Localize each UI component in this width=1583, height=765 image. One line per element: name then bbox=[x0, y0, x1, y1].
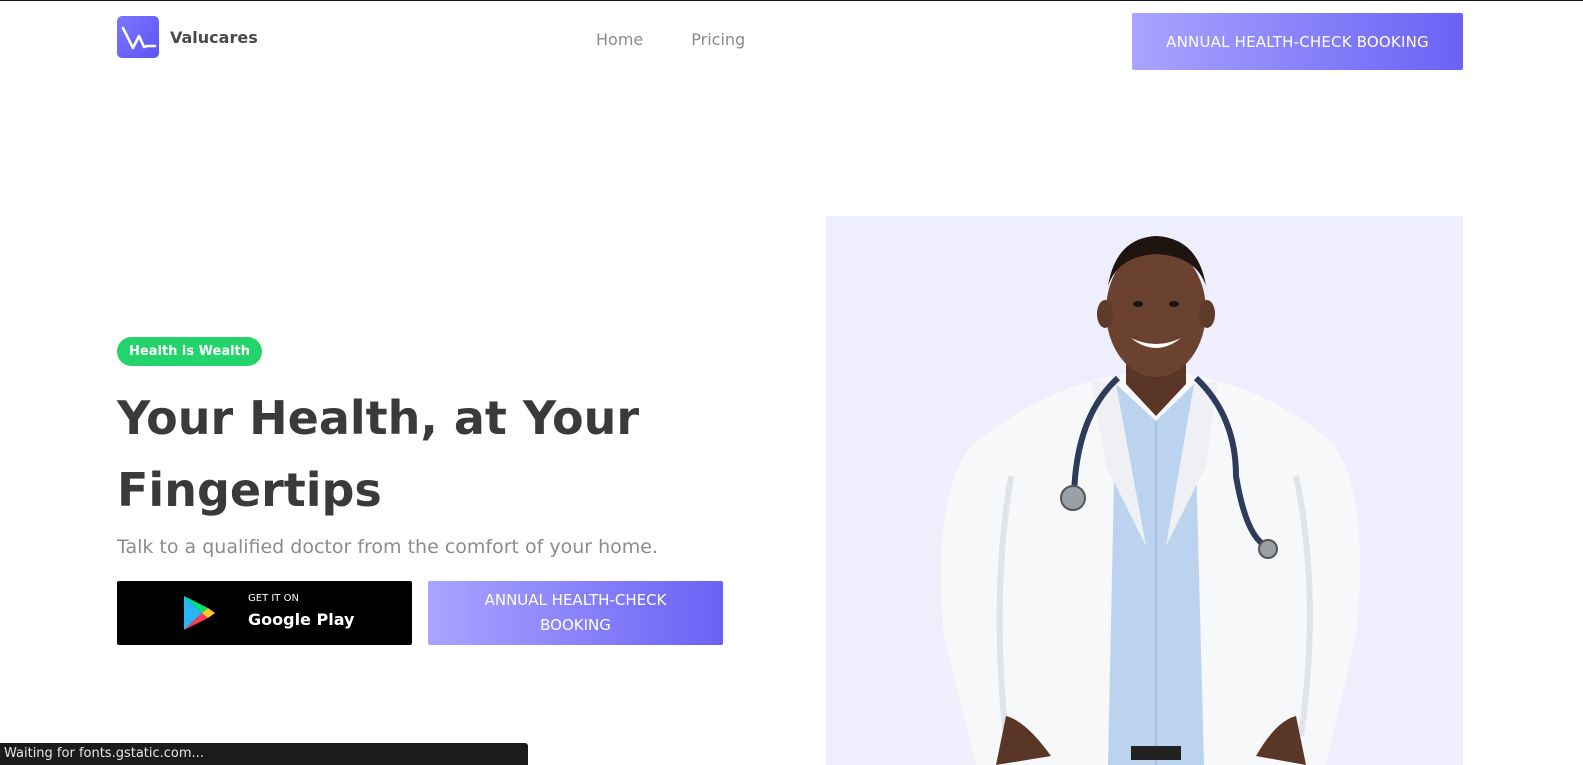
brand-logo-link[interactable]: Valucares bbox=[117, 16, 258, 58]
header-booking-button[interactable]: ANNUAL HEALTH-CHECK BOOKING bbox=[1132, 13, 1463, 70]
pulse-logo-icon bbox=[117, 16, 159, 58]
google-play-icon bbox=[182, 595, 216, 635]
google-play-small-text: GET IT ON bbox=[248, 593, 299, 604]
browser-status-bar: Waiting for fonts.gstatic.com... bbox=[0, 743, 528, 765]
hero-headline: Your Health, at Your Fingertips bbox=[117, 391, 640, 517]
google-play-button[interactable]: GET IT ON Google Play bbox=[117, 581, 412, 645]
nav-link-home[interactable]: Home bbox=[596, 30, 643, 49]
browser-top-border bbox=[0, 0, 1583, 1]
main-nav: Home Pricing bbox=[596, 30, 793, 49]
brand-name: Valucares bbox=[170, 27, 258, 47]
doctor-photo bbox=[826, 216, 1463, 765]
doctor-illustration bbox=[941, 236, 1361, 765]
hero-badge: Health is Wealth bbox=[117, 337, 263, 366]
google-play-big-text: Google Play bbox=[248, 610, 355, 629]
hero-subtext: Talk to a qualified doctor from the comf… bbox=[117, 536, 659, 558]
nav-link-pricing[interactable]: Pricing bbox=[691, 30, 745, 49]
hero-booking-button[interactable]: ANNUAL HEALTH-CHECK BOOKING bbox=[428, 581, 723, 645]
